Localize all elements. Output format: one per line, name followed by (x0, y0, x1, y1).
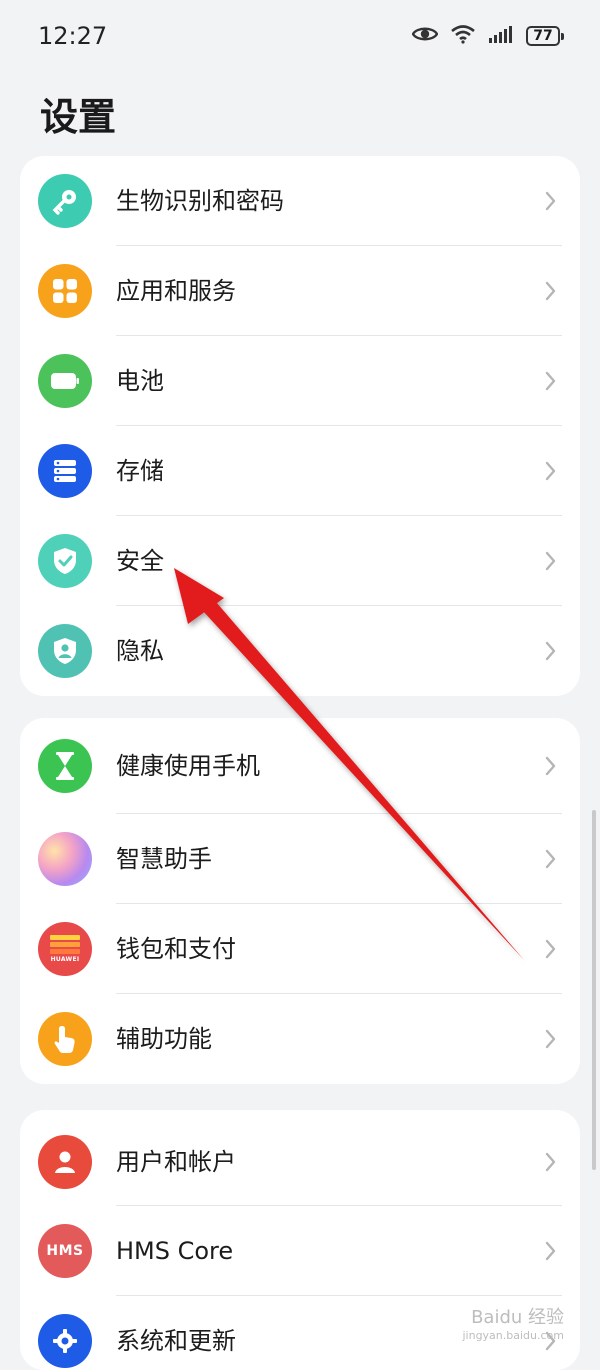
hms-icon-text: HMS (46, 1243, 84, 1259)
status-icons: 77 (411, 24, 564, 48)
storage-icon (38, 444, 92, 498)
item-label: 安全 (116, 547, 164, 575)
watermark-subtext: jingyan.baidu.com (462, 1329, 564, 1342)
chevron-right-icon (545, 551, 556, 571)
watermark: Baidu 经验 jingyan.baidu.com (462, 1303, 564, 1342)
chevron-right-icon (545, 191, 556, 211)
signal-icon (488, 25, 514, 47)
item-label: 用户和帐户 (116, 1148, 236, 1176)
hms-icon: HMS (38, 1224, 92, 1278)
settings-item-wallet[interactable]: HUAWEI 钱包和支付 (20, 904, 580, 994)
item-label: 电池 (116, 367, 164, 395)
item-label: 健康使用手机 (116, 752, 260, 780)
settings-item-battery[interactable]: 电池 (20, 336, 580, 426)
chevron-right-icon (545, 939, 556, 959)
shield-check-icon (38, 534, 92, 588)
user-icon (38, 1135, 92, 1189)
settings-group-2: 健康使用手机 智慧助手 HUAWEI 钱包和支付 辅助功能 (20, 718, 580, 1084)
chevron-right-icon (545, 1029, 556, 1049)
chevron-right-icon (545, 756, 556, 776)
settings-item-users-accounts[interactable]: 用户和帐户 (20, 1110, 580, 1206)
chevron-right-icon (545, 461, 556, 481)
settings-item-storage[interactable]: 存储 (20, 426, 580, 516)
chevron-right-icon (545, 371, 556, 391)
settings-item-biometrics[interactable]: 生物识别和密码 (20, 156, 580, 246)
key-icon (38, 174, 92, 228)
item-label: 存储 (116, 457, 164, 485)
eye-icon (411, 25, 439, 47)
chevron-right-icon (545, 281, 556, 301)
battery-icon (38, 354, 92, 408)
settings-item-security[interactable]: 安全 (20, 516, 580, 606)
scrollbar[interactable] (592, 810, 596, 1170)
settings-item-apps-services[interactable]: 应用和服务 (20, 246, 580, 336)
settings-item-assistant[interactable]: 智慧助手 (20, 814, 580, 904)
chevron-right-icon (545, 641, 556, 661)
item-label: 智慧助手 (116, 845, 212, 873)
settings-item-accessibility[interactable]: 辅助功能 (20, 994, 580, 1084)
wallet-icon-text: HUAWEI (50, 956, 80, 963)
privacy-shield-icon (38, 624, 92, 678)
system-gear-icon (38, 1314, 92, 1368)
wifi-icon (450, 24, 476, 48)
battery-indicator: 77 (526, 26, 564, 46)
item-label: 辅助功能 (116, 1025, 212, 1053)
item-label: 生物识别和密码 (116, 187, 284, 215)
chevron-right-icon (545, 1241, 556, 1261)
assistant-orb-icon (38, 832, 92, 886)
settings-item-hms-core[interactable]: HMS HMS Core (20, 1206, 580, 1296)
item-label: HMS Core (116, 1237, 234, 1265)
item-label: 应用和服务 (116, 277, 236, 305)
chevron-right-icon (545, 849, 556, 869)
status-bar: 12:27 77 (0, 0, 600, 74)
hourglass-icon (38, 739, 92, 793)
apps-grid-icon (38, 264, 92, 318)
settings-item-digital-balance[interactable]: 健康使用手机 (20, 718, 580, 814)
chevron-right-icon (545, 1152, 556, 1172)
hand-pointer-icon (38, 1012, 92, 1066)
item-label: 隐私 (116, 637, 164, 665)
status-time: 12:27 (38, 22, 108, 50)
item-label: 系统和更新 (116, 1327, 236, 1355)
settings-group-1: 生物识别和密码 应用和服务 电池 存储 安全 隐私 (20, 156, 580, 696)
wallet-icon: HUAWEI (38, 922, 92, 976)
settings-item-privacy[interactable]: 隐私 (20, 606, 580, 696)
watermark-text: Baidu 经验 (471, 1307, 564, 1328)
page-title: 设置 (40, 95, 117, 139)
item-label: 钱包和支付 (116, 935, 236, 963)
